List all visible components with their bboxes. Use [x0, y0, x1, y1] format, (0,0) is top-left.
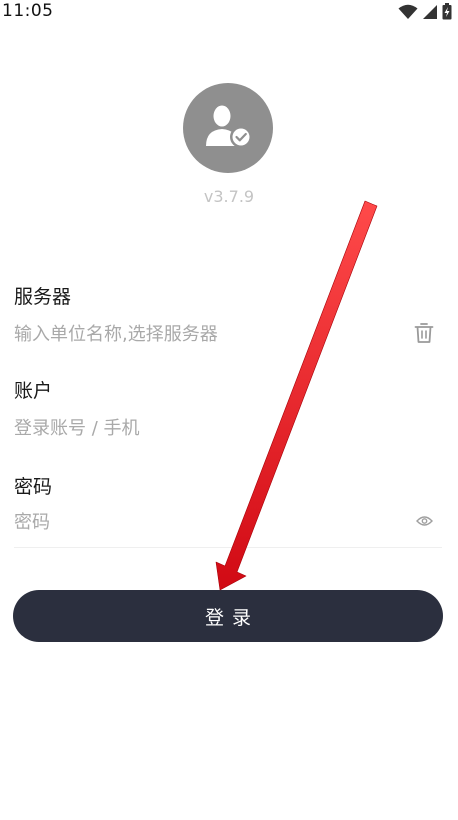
status-bar: 11:05: [0, 0, 458, 24]
eye-icon[interactable]: [416, 515, 433, 527]
account-input[interactable]: [14, 413, 404, 443]
status-icons: [398, 3, 452, 20]
wifi-icon: [398, 4, 418, 19]
password-label: 密码: [14, 476, 53, 498]
trash-icon[interactable]: [414, 322, 434, 344]
app-avatar: [183, 83, 273, 173]
login-button[interactable]: 登录: [13, 590, 443, 642]
account-label: 账户: [14, 380, 53, 402]
user-verified-icon: [206, 105, 252, 148]
battery-icon: [442, 3, 452, 20]
password-divider: [14, 547, 442, 548]
server-input[interactable]: [14, 319, 404, 349]
signal-icon: [423, 4, 437, 19]
password-input[interactable]: [14, 507, 404, 537]
app-version: v3.7.9: [203, 187, 255, 206]
server-label: 服务器: [14, 286, 72, 308]
status-time: 11:05: [2, 1, 54, 21]
